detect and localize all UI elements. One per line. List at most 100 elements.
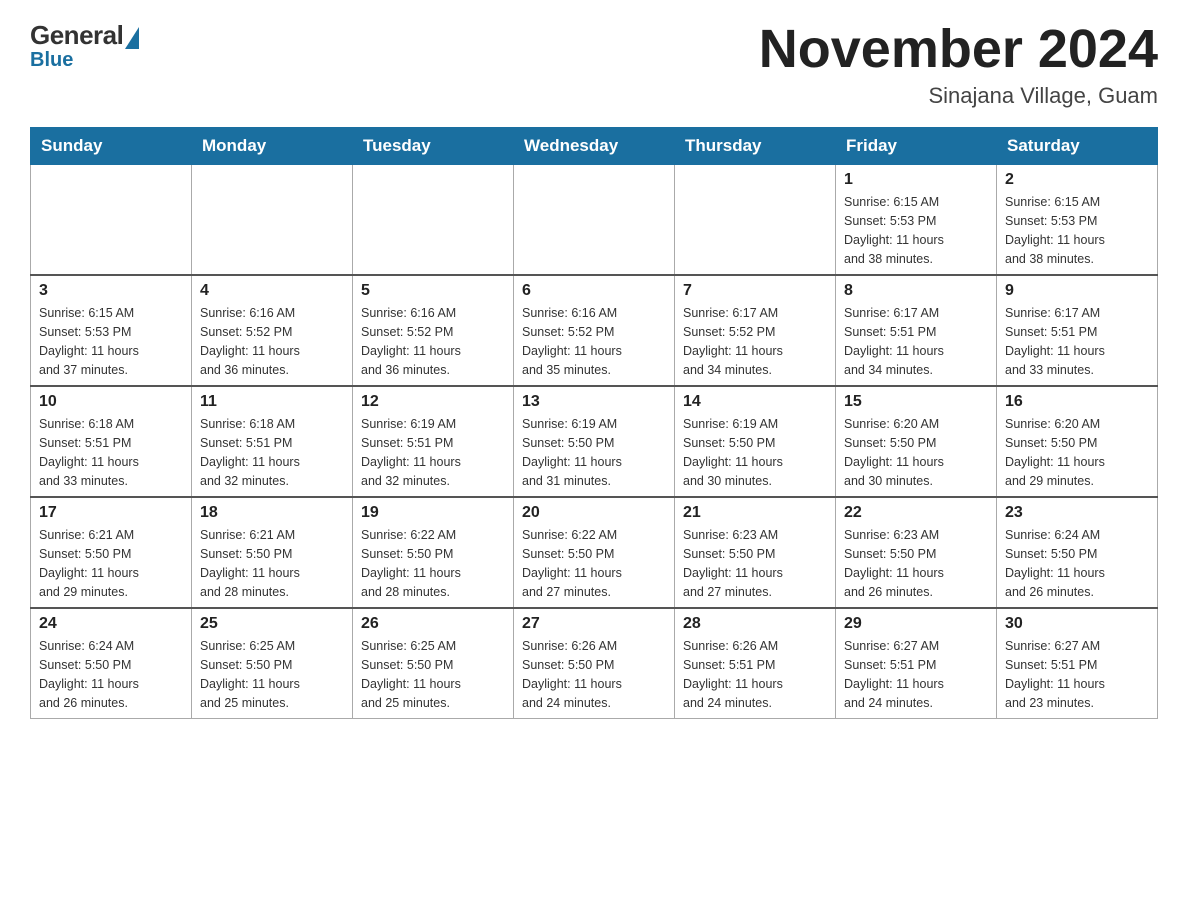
day-info: Sunrise: 6:23 AMSunset: 5:50 PMDaylight:…: [844, 526, 988, 601]
calendar-cell: 24 Sunrise: 6:24 AMSunset: 5:50 PMDayligh…: [31, 608, 192, 719]
calendar-cell: 17 Sunrise: 6:21 AMSunset: 5:50 PMDayligh…: [31, 497, 192, 608]
day-info: Sunrise: 6:22 AMSunset: 5:50 PMDaylight:…: [522, 526, 666, 601]
day-number: 26: [361, 615, 505, 633]
calendar-cell: 7 Sunrise: 6:17 AMSunset: 5:52 PMDaylight…: [675, 275, 836, 386]
day-number: 10: [39, 393, 183, 411]
day-info: Sunrise: 6:27 AMSunset: 5:51 PMDaylight:…: [1005, 637, 1149, 712]
calendar-cell: 4Sunrise: 6:16 AMSunset: 5:52 PMDaylight…: [192, 275, 353, 386]
day-number: 16: [1005, 393, 1149, 411]
logo-triangle-icon: [125, 27, 139, 49]
day-number: 30: [1005, 615, 1149, 633]
day-number: 20: [522, 504, 666, 522]
calendar-cell: 25 Sunrise: 6:25 AMSunset: 5:50 PMDayligh…: [192, 608, 353, 719]
calendar-cell: [353, 165, 514, 276]
day-number: 21: [683, 504, 827, 522]
day-info: Sunrise: 6:19 AMSunset: 5:50 PMDaylight:…: [522, 415, 666, 490]
day-number: 8: [844, 282, 988, 300]
logo-general-text: General: [30, 20, 123, 51]
day-number: 15: [844, 393, 988, 411]
day-info: Sunrise: 6:24 AMSunset: 5:50 PMDaylight:…: [1005, 526, 1149, 601]
calendar-cell: 26 Sunrise: 6:25 AMSunset: 5:50 PMDayligh…: [353, 608, 514, 719]
day-number: 19: [361, 504, 505, 522]
day-info: Sunrise: 6:20 AMSunset: 5:50 PMDaylight:…: [1005, 415, 1149, 490]
calendar-cell: 14 Sunrise: 6:19 AMSunset: 5:50 PMDayligh…: [675, 386, 836, 497]
day-info: Sunrise: 6:26 AMSunset: 5:50 PMDaylight:…: [522, 637, 666, 712]
day-info: Sunrise: 6:17 AMSunset: 5:52 PMDaylight:…: [683, 304, 827, 379]
week-row: 3 Sunrise: 6:15 AMSunset: 5:53 PMDaylight…: [31, 275, 1158, 386]
calendar-cell: 30 Sunrise: 6:27 AMSunset: 5:51 PMDayligh…: [997, 608, 1158, 719]
day-number: 13: [522, 393, 666, 411]
calendar-cell: 2 Sunrise: 6:15 AMSunset: 5:53 PMDaylight…: [997, 165, 1158, 276]
page-header: General Blue November 2024 Sinajana Vill…: [30, 20, 1158, 109]
day-info: Sunrise: 6:16 AMSunset: 5:52 PMDaylight:…: [200, 304, 344, 379]
day-info: Sunrise: 6:17 AMSunset: 5:51 PMDaylight:…: [1005, 304, 1149, 379]
day-number: 23: [1005, 504, 1149, 522]
calendar-header-row: SundayMondayTuesdayWednesdayThursdayFrid…: [31, 128, 1158, 165]
day-info: Sunrise: 6:27 AMSunset: 5:51 PMDaylight:…: [844, 637, 988, 712]
day-info: Sunrise: 6:21 AMSunset: 5:50 PMDaylight:…: [200, 526, 344, 601]
calendar-cell: 6Sunrise: 6:16 AMSunset: 5:52 PMDaylight…: [514, 275, 675, 386]
calendar-day-header: Tuesday: [353, 128, 514, 165]
day-info: Sunrise: 6:26 AMSunset: 5:51 PMDaylight:…: [683, 637, 827, 712]
calendar-cell: [514, 165, 675, 276]
day-number: 18: [200, 504, 344, 522]
calendar-day-header: Saturday: [997, 128, 1158, 165]
day-number: 25: [200, 615, 344, 633]
calendar-cell: 27 Sunrise: 6:26 AMSunset: 5:50 PMDayligh…: [514, 608, 675, 719]
title-section: November 2024 Sinajana Village, Guam: [759, 20, 1158, 109]
calendar-cell: 29 Sunrise: 6:27 AMSunset: 5:51 PMDayligh…: [836, 608, 997, 719]
day-number: 14: [683, 393, 827, 411]
day-number: 24: [39, 615, 183, 633]
day-number: 7: [683, 282, 827, 300]
calendar-cell: 23 Sunrise: 6:24 AMSunset: 5:50 PMDayligh…: [997, 497, 1158, 608]
calendar-cell: 1Sunrise: 6:15 AMSunset: 5:53 PMDaylight…: [836, 165, 997, 276]
day-number: 2: [1005, 171, 1149, 189]
calendar-cell: [192, 165, 353, 276]
day-info: Sunrise: 6:18 AMSunset: 5:51 PMDaylight:…: [39, 415, 183, 490]
calendar-cell: 18 Sunrise: 6:21 AMSunset: 5:50 PMDayligh…: [192, 497, 353, 608]
day-number: 27: [522, 615, 666, 633]
calendar-cell: [675, 165, 836, 276]
day-info: Sunrise: 6:15 AMSunset: 5:53 PMDaylight:…: [39, 304, 183, 379]
calendar-day-header: Sunday: [31, 128, 192, 165]
day-info: Sunrise: 6:25 AMSunset: 5:50 PMDaylight:…: [361, 637, 505, 712]
day-info: Sunrise: 6:16 AMSunset: 5:52 PMDaylight:…: [361, 304, 505, 379]
calendar-cell: 16 Sunrise: 6:20 AMSunset: 5:50 PMDayligh…: [997, 386, 1158, 497]
day-number: 6: [522, 282, 666, 300]
calendar-cell: 8 Sunrise: 6:17 AMSunset: 5:51 PMDaylight…: [836, 275, 997, 386]
calendar-cell: 28Sunrise: 6:26 AMSunset: 5:51 PMDayligh…: [675, 608, 836, 719]
calendar-cell: 12Sunrise: 6:19 AMSunset: 5:51 PMDayligh…: [353, 386, 514, 497]
week-row: 17 Sunrise: 6:21 AMSunset: 5:50 PMDayligh…: [31, 497, 1158, 608]
logo: General Blue: [30, 20, 139, 72]
day-info: Sunrise: 6:17 AMSunset: 5:51 PMDaylight:…: [844, 304, 988, 379]
day-number: 5: [361, 282, 505, 300]
calendar-cell: [31, 165, 192, 276]
day-info: Sunrise: 6:24 AMSunset: 5:50 PMDaylight:…: [39, 637, 183, 712]
day-info: Sunrise: 6:15 AMSunset: 5:53 PMDaylight:…: [844, 193, 988, 268]
location-title: Sinajana Village, Guam: [759, 83, 1158, 109]
day-number: 3: [39, 282, 183, 300]
day-info: Sunrise: 6:18 AMSunset: 5:51 PMDaylight:…: [200, 415, 344, 490]
week-row: 24 Sunrise: 6:24 AMSunset: 5:50 PMDayligh…: [31, 608, 1158, 719]
day-number: 9: [1005, 282, 1149, 300]
month-title: November 2024: [759, 20, 1158, 79]
calendar-cell: 20 Sunrise: 6:22 AMSunset: 5:50 PMDayligh…: [514, 497, 675, 608]
day-info: Sunrise: 6:19 AMSunset: 5:51 PMDaylight:…: [361, 415, 505, 490]
calendar-cell: 21Sunrise: 6:23 AMSunset: 5:50 PMDayligh…: [675, 497, 836, 608]
day-info: Sunrise: 6:15 AMSunset: 5:53 PMDaylight:…: [1005, 193, 1149, 268]
day-number: 17: [39, 504, 183, 522]
calendar-day-header: Friday: [836, 128, 997, 165]
day-info: Sunrise: 6:21 AMSunset: 5:50 PMDaylight:…: [39, 526, 183, 601]
calendar-cell: 10 Sunrise: 6:18 AMSunset: 5:51 PMDayligh…: [31, 386, 192, 497]
calendar-table: SundayMondayTuesdayWednesdayThursdayFrid…: [30, 127, 1158, 719]
calendar-cell: 22Sunrise: 6:23 AMSunset: 5:50 PMDayligh…: [836, 497, 997, 608]
calendar-cell: 13 Sunrise: 6:19 AMSunset: 5:50 PMDayligh…: [514, 386, 675, 497]
calendar-cell: 19Sunrise: 6:22 AMSunset: 5:50 PMDayligh…: [353, 497, 514, 608]
week-row: 1Sunrise: 6:15 AMSunset: 5:53 PMDaylight…: [31, 165, 1158, 276]
calendar-cell: 3 Sunrise: 6:15 AMSunset: 5:53 PMDaylight…: [31, 275, 192, 386]
day-info: Sunrise: 6:19 AMSunset: 5:50 PMDaylight:…: [683, 415, 827, 490]
day-number: 11: [200, 393, 344, 411]
day-info: Sunrise: 6:20 AMSunset: 5:50 PMDaylight:…: [844, 415, 988, 490]
day-info: Sunrise: 6:25 AMSunset: 5:50 PMDaylight:…: [200, 637, 344, 712]
day-number: 29: [844, 615, 988, 633]
